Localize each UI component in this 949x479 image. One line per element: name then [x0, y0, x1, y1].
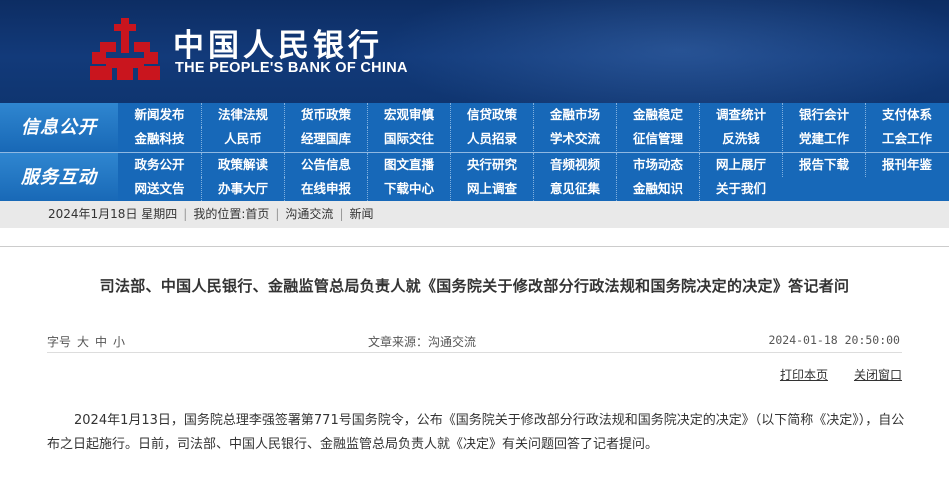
nav-item[interactable]: 货币政策: [284, 103, 367, 127]
nav-row-service-interaction: 服务互动 政务公开 政策解读 公告信息 图文直播 央行研究 音频视频 市场动态 网上展厅 报告下…: [0, 152, 949, 202]
nav-section-label: 信息公开: [0, 103, 118, 152]
nav-item[interactable]: 金融稳定: [616, 103, 699, 127]
nav-item[interactable]: 网上调查: [450, 177, 533, 201]
nav-item[interactable]: 报告下载: [782, 153, 865, 177]
nav-item[interactable]: 法律法规: [201, 103, 284, 127]
nav-item[interactable]: 市场动态: [616, 153, 699, 177]
nav-item[interactable]: 反洗钱: [699, 127, 782, 151]
nav-item[interactable]: 国际交往: [367, 127, 450, 151]
nav-item[interactable]: 意见征集: [533, 177, 616, 201]
pboc-logo-icon[interactable]: [88, 16, 162, 86]
header-banner: 中国人民银行 THE PEOPLE'S BANK OF CHINA: [0, 0, 949, 103]
breadcrumb-separator: |: [339, 207, 344, 221]
nav-item[interactable]: 人员招录: [450, 127, 533, 151]
current-date: 2024年1月18日 星期四: [48, 207, 178, 221]
font-size-label: 字号: [47, 335, 72, 349]
nav-item[interactable]: 关于我们: [699, 177, 782, 201]
location-label: 我的位置:: [193, 207, 246, 221]
nav-item[interactable]: 下载中心: [367, 177, 450, 201]
nav-item[interactable]: 党建工作: [782, 127, 865, 151]
nav-item[interactable]: 金融科技: [118, 127, 201, 151]
close-window-link[interactable]: 关闭窗口: [854, 368, 902, 382]
nav-item[interactable]: 报刊年鉴: [865, 153, 948, 177]
print-page-link[interactable]: 打印本页: [780, 368, 828, 382]
logo-english-name: THE PEOPLE'S BANK OF CHINA: [175, 60, 408, 76]
logo-chinese-name: 中国人民银行: [173, 28, 383, 64]
breadcrumb-level1-link[interactable]: 沟通交流: [285, 207, 333, 221]
nav-section-label: 服务互动: [0, 153, 118, 202]
nav-item[interactable]: 新闻发布: [118, 103, 201, 127]
breadcrumb-separator: |: [275, 207, 280, 221]
nav-item[interactable]: 信贷政策: [450, 103, 533, 127]
nav-item[interactable]: 人民币: [201, 127, 284, 151]
nav-item[interactable]: 经理国库: [284, 127, 367, 151]
font-size-small-button[interactable]: 小: [113, 335, 125, 349]
nav-item[interactable]: 央行研究: [450, 153, 533, 177]
article-timestamp: 2024-01-18 20:50:00: [768, 333, 900, 347]
nav-item[interactable]: 学术交流: [533, 127, 616, 151]
breadcrumb-separator: |: [183, 207, 188, 221]
nav-item[interactable]: 调查统计: [699, 103, 782, 127]
nav-grid: 政务公开 政策解读 公告信息 图文直播 央行研究 音频视频 市场动态 网上展厅 报告下载 报刊年鉴…: [118, 153, 949, 202]
nav-item[interactable]: 在线申报: [284, 177, 367, 201]
nav-item[interactable]: 办事大厅: [201, 177, 284, 201]
font-size-medium-button[interactable]: 中: [95, 335, 107, 349]
font-size-large-button[interactable]: 大: [77, 335, 89, 349]
nav-item[interactable]: 公告信息: [284, 153, 367, 177]
font-size-controls: 字号大中小: [47, 333, 125, 350]
nav-item[interactable]: 音频视频: [533, 153, 616, 177]
nav-grid: 新闻发布 法律法规 货币政策 宏观审慎 信贷政策 金融市场 金融稳定 调查统计 银行会计 支付体系…: [118, 103, 949, 152]
article-title: 司法部、中国人民银行、金融监管总局负责人就《国务院关于修改部分行政法规和国务院决…: [99, 277, 850, 295]
nav-item[interactable]: 网送文告: [118, 177, 201, 201]
article-tools: 打印本页 关闭窗口: [754, 366, 902, 383]
nav-item[interactable]: 政务公开: [118, 153, 201, 177]
nav-item[interactable]: 图文直播: [367, 153, 450, 177]
article-body-paragraph: 2024年1月13日，国务院总理李强签署第771号国务院令，公布《国务院关于修改…: [47, 413, 905, 452]
breadcrumb-home-link[interactable]: 首页: [245, 207, 269, 221]
nav-row-info-disclosure: 信息公开 新闻发布 法律法规 货币政策 宏观审慎 信贷政策 金融市场 金融稳定 调查统计 银行会…: [0, 103, 949, 152]
main-navigation: 信息公开 新闻发布 法律法规 货币政策 宏观审慎 信贷政策 金融市场 金融稳定 调查统计 银行会…: [0, 103, 949, 202]
article-source: 文章来源：沟通交流: [368, 335, 477, 349]
nav-item[interactable]: 金融市场: [533, 103, 616, 127]
nav-item[interactable]: 工会工作: [865, 127, 948, 151]
nav-item[interactable]: 征信管理: [616, 127, 699, 151]
breadcrumb: 2024年1月18日 星期四 | 我的位置:首页 | 沟通交流 | 新闻: [0, 201, 949, 228]
breadcrumb-level2-link[interactable]: 新闻: [349, 207, 373, 221]
nav-item[interactable]: 宏观审慎: [367, 103, 450, 127]
nav-item[interactable]: 网上展厅: [699, 153, 782, 177]
nav-item[interactable]: 政策解读: [201, 153, 284, 177]
nav-item[interactable]: 金融知识: [616, 177, 699, 201]
nav-item[interactable]: 银行会计: [782, 103, 865, 127]
article-meta-bar: 字号大中小 文章来源：沟通交流 2024-01-18 20:50:00: [47, 325, 902, 353]
content-divider: [0, 246, 949, 247]
nav-item[interactable]: 支付体系: [865, 103, 948, 127]
banner-glow: [380, 0, 949, 103]
